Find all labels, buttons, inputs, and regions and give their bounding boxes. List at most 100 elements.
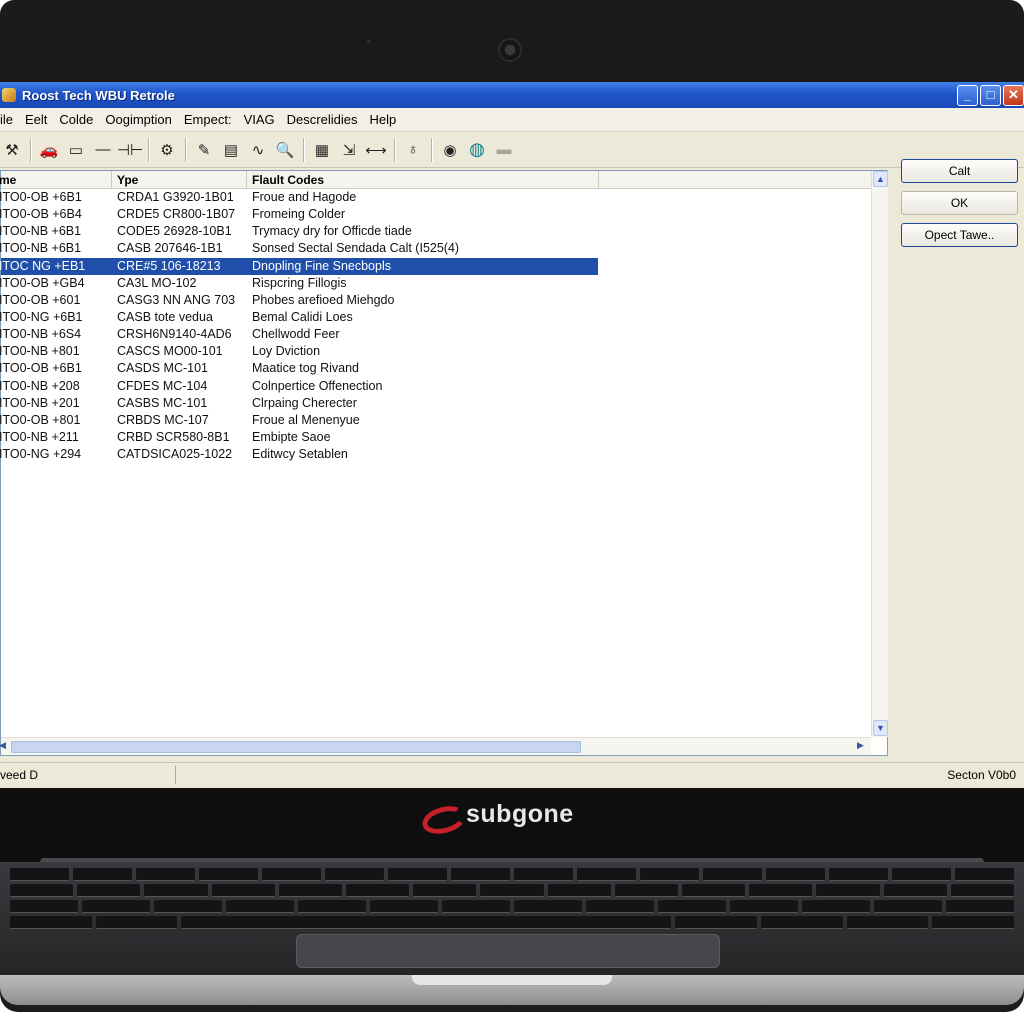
scroll-left-button[interactable]: ◀ [0,738,10,754]
row-type-cell: CRSH6N9140-4AD6 [117,327,232,342]
menu-descriptions[interactable]: Descrelidies [281,112,364,127]
minimize-button[interactable]: _ [957,85,978,106]
opect-tawe-button[interactable]: Opect Tawe.. [901,223,1018,247]
row-type-cell: CRE#5 106-18213 [117,258,221,273]
row-name-cell: ITO0-OB +6B1 [0,361,82,376]
ok-button[interactable]: OK [901,191,1018,215]
bulb-icon[interactable]: ♁ [401,137,425,163]
table-row[interactable]: ITO0-NB +6B1 CODE5 26928-10B1 Trymacy dry … [0,223,871,240]
title-bar[interactable]: Roost Tech WBU Retrole _ □ ✕ [0,82,1024,108]
monitor-icon[interactable]: ▭ [64,137,88,163]
row-fault-code-cell: Embipte Saoe [252,429,331,444]
table-row[interactable]: ITO0-OB +801 CRBDS MC-107 Froue al Menenyu… [0,412,871,429]
column-header-name[interactable]: me [0,173,16,187]
table-row[interactable]: ITO0-OB +GB4 CA3L MO-102 Rispcring Fillogi… [0,275,871,292]
app-icon [2,88,16,102]
window-controls: _ □ ✕ [957,85,1024,106]
row-name-cell: ITO0-OB +6B1 [0,190,82,204]
column-header-type[interactable]: Ype [117,173,138,187]
brand-name: subgone [466,800,574,828]
scroll-up-button[interactable]: ▲ [873,171,888,187]
column-divider[interactable] [111,171,112,189]
list-icon[interactable]: ▦ [310,137,334,163]
printer-icon[interactable]: ▬ [492,137,516,163]
webcam-icon [498,38,522,62]
row-name-cell: ITO0-NB +6S4 [0,327,82,342]
toolbar-separator [185,137,186,162]
close-button[interactable]: ✕ [1003,85,1024,106]
table-row[interactable]: ITO0-NB +801 CASCS MO00-101 Loy Dviction [0,343,871,360]
help-circle-icon[interactable]: ◍ [465,137,489,163]
wrench-icon[interactable]: ⚒ [0,137,24,163]
table-row[interactable]: ITO0-OB +601 CASG3 NN ANG 703 Phobes arefi… [0,292,871,309]
calt-button[interactable]: Calt [901,159,1018,183]
arrows-icon[interactable]: ⟷ [364,137,388,163]
row-fault-code-cell: Rispcring Fillogis [252,275,347,290]
edit-icon[interactable]: ✎ [192,137,216,163]
row-name-cell: ITO0-OB +GB4 [0,275,85,290]
scroll-down-button[interactable]: ▼ [873,720,888,736]
maximize-button[interactable]: □ [980,85,1001,106]
list-header: me Ype Flault Codes [0,171,871,189]
column-divider[interactable] [598,171,599,189]
row-type-cell: CASCS MO00-101 [117,344,223,359]
chart-icon[interactable]: ∿ [246,137,270,163]
horizontal-scroll-thumb[interactable] [11,741,581,753]
scroll-right-button[interactable]: ▶ [853,738,868,754]
menu-file[interactable]: ile [0,112,19,127]
gauge-icon[interactable]: ⚙ [155,137,179,163]
row-fault-code-cell: Phobes arefioed Miehgdo [252,292,395,307]
row-type-cell: CRDA1 G3920-1B01 [117,190,234,204]
row-type-cell: CASG3 NN ANG 703 [117,292,236,307]
microphone-dot [367,40,370,43]
row-fault-code-cell: Trymacy dry for Officde tiade [252,224,412,239]
row-type-cell: CASB tote vedua [117,309,213,324]
search-icon[interactable]: 🔍 [273,137,297,163]
row-fault-code-cell: Froue and Hagode [252,190,357,204]
row-fault-code-cell: Fromeing Colder [252,207,346,222]
split-icon[interactable]: ⊣⊢ [117,137,143,163]
row-type-cell: CRDE5 CR800-1B07 [117,207,236,222]
keyboard [10,868,1015,929]
row-fault-code-cell: Maatice tog Rivand [252,361,360,376]
toolbar: ⚒ 🚗 ▭ — ⊣⊢ ⚙ ✎ ▤ ∿ 🔍 ▦ ⇲ ⟷ ♁ ◉ ◍ ▬ [0,132,1024,168]
window-title: Roost Tech WBU Retrole [22,87,175,103]
car-icon[interactable]: 🚗 [37,137,61,163]
table-row[interactable]: ITO0-NG +6B1 CASB tote vedua Bemal Calidi … [0,309,871,326]
clipboard-icon[interactable]: ▤ [219,137,243,163]
table-row[interactable]: ITO0-OB +6B4 CRDE5 CR800-1B07 Fromeing Col… [0,206,871,223]
table-row[interactable]: ITO0-NB +208 CFDES MC-104 Colnpertice Offe… [0,378,871,395]
export-icon[interactable]: ⇲ [337,137,361,163]
toolbar-separator [30,137,31,162]
column-divider[interactable] [246,171,247,189]
menu-edit[interactable]: Eelt [19,112,53,127]
table-row[interactable]: ITO0-NB +6S4 CRSH6N9140-4AD6 Chellwodd Fee… [0,326,871,343]
minus-icon[interactable]: — [91,137,115,163]
vertical-scrollbar[interactable]: ▲ ▼ [871,171,888,737]
lid-notch [412,975,612,985]
table-row[interactable]: ITO0-OB +6B1 CASDS MC-101 Maatice tog Riva… [0,360,871,377]
row-name-cell: ITO0-NB +801 [0,344,80,359]
row-type-cell: CRBDS MC-107 [117,412,209,427]
row-type-cell: CFDES MC-104 [117,378,208,393]
table-row[interactable]: ITOC NG +EB1 CRE#5 106-18213 Dnopling Fine… [0,257,598,275]
menu-help[interactable]: Help [363,112,402,127]
row-fault-code-cell: Bemal Calidi Loes [252,309,353,324]
table-row[interactable]: ITO0-NB +211 CRBD SCR580-8B1 Embipte Saoe [0,429,871,446]
row-type-cell: CASBS MC-101 [117,395,208,410]
table-row[interactable]: ITO0-OB +6B1 CRDA1 G3920-1B01 Froue and Ha… [0,189,871,206]
menu-code[interactable]: Colde [53,112,99,127]
table-row[interactable]: ITO0-NB +6B1 CASB 207646-1B1 Sonsed Sectal… [0,240,871,257]
row-name-cell: ITO0-NG +294 [0,447,82,462]
fault-code-list[interactable]: me Ype Flault Codes ITO0-OB +6B1 CRDA1 G3… [0,170,888,756]
globe-icon[interactable]: ◉ [438,137,462,163]
table-row[interactable]: ITO0-NB +201 CASBS MC-101 Clrpaing Cherect… [0,395,871,412]
menu-import[interactable]: Empect: [178,112,238,127]
table-row[interactable]: ITO0-NG +294 CATDSICA025-1022 Editwcy Seta… [0,446,871,463]
horizontal-scrollbar[interactable]: ◀ ▶ [0,737,871,755]
menu-viag[interactable]: VIAG [238,112,281,127]
column-header-fault-codes[interactable]: Flault Codes [252,173,324,187]
row-name-cell: ITO0-OB +601 [0,292,81,307]
menu-options[interactable]: Oogimption [99,112,177,127]
toolbar-separator [148,137,149,162]
